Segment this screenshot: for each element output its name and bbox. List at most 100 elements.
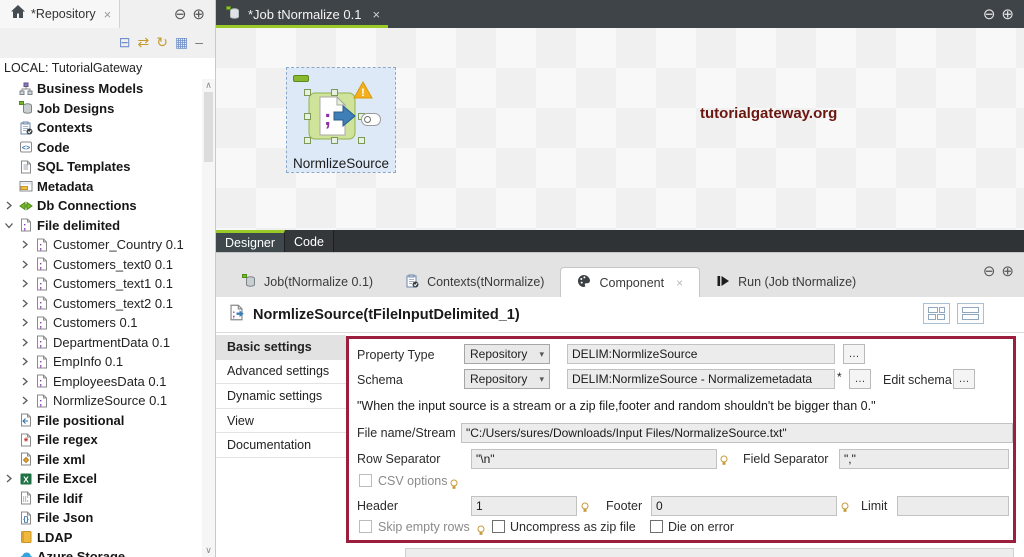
- tree-item-job-designs[interactable]: Job Designs: [0, 99, 202, 119]
- tab-job-tnormalize[interactable]: *Job tNormalize 0.1 ×: [216, 0, 392, 28]
- chevron-collapsed-icon[interactable]: [3, 201, 14, 210]
- close-icon[interactable]: ×: [676, 276, 683, 290]
- scroll-down-icon[interactable]: ∨: [205, 545, 212, 556]
- settings-nav-advanced-settings[interactable]: Advanced settings: [216, 360, 346, 385]
- view-tab-designer[interactable]: Designer: [216, 230, 286, 252]
- schema-type-select[interactable]: Repository ▾: [464, 369, 550, 389]
- chevron-collapsed-icon[interactable]: [19, 318, 30, 327]
- maximize-icon[interactable]: ⊕: [192, 7, 205, 22]
- close-icon[interactable]: ×: [372, 7, 380, 22]
- die-on-error-checkbox[interactable]: [650, 520, 663, 533]
- tree-item-file-regex[interactable]: * File regex: [0, 430, 202, 450]
- tree-item-contexts[interactable]: Contexts: [0, 118, 202, 138]
- limit-field[interactable]: [897, 496, 1009, 516]
- field-separator-field[interactable]: ",": [839, 449, 1009, 469]
- skip-empty-rows-checkbox[interactable]: [359, 520, 372, 533]
- component-selection[interactable]: ; ! NormlizeSource: [286, 67, 396, 173]
- tree-item-customers-0-1[interactable]: ; Customers 0.1: [0, 313, 202, 333]
- tree-item-departmentdata-0-1[interactable]: ; DepartmentData 0.1: [0, 333, 202, 353]
- row-separator-field[interactable]: "\n": [471, 449, 717, 469]
- selection-handle[interactable]: [331, 137, 338, 144]
- chevron-collapsed-icon[interactable]: [19, 357, 30, 366]
- schema-repository-field[interactable]: DELIM:NormlizeSource - Normalizemetadata: [567, 369, 835, 389]
- tab-job-tnormalize-0-1[interactable]: Job(tNormalize 0.1): [226, 267, 389, 297]
- csv-options-checkbox[interactable]: [359, 474, 372, 487]
- table-view-icon[interactable]: ▦: [175, 35, 188, 49]
- grid-layout-icon[interactable]: [923, 303, 950, 324]
- job-design-canvas[interactable]: tutorialgateway.org ; ! NormlizeSource: [216, 28, 1024, 230]
- chevron-collapsed-icon[interactable]: [19, 279, 30, 288]
- chevron-collapsed-icon[interactable]: [19, 240, 30, 249]
- chevron-collapsed-icon[interactable]: [3, 474, 14, 483]
- view-tab-code[interactable]: Code: [285, 230, 334, 252]
- property-browse-button[interactable]: …: [843, 344, 865, 364]
- tree-item-file-ldif[interactable]: File ldif: [0, 489, 202, 509]
- tab-run-job-tnormalize[interactable]: Run (Job tNormalize): [700, 267, 872, 297]
- tree-item-file-positional[interactable]: File positional: [0, 411, 202, 431]
- tree-item-label: File xml: [37, 451, 86, 467]
- selection-handle[interactable]: [304, 113, 311, 120]
- tree-item-label: Customers_text0 0.1: [53, 256, 173, 272]
- tab-repository[interactable]: *Repository ×: [0, 0, 121, 28]
- chevron-collapsed-icon[interactable]: [19, 377, 30, 386]
- property-type-select[interactable]: Repository ▾: [464, 344, 550, 364]
- tree-item-customers-text0-0-1[interactable]: ; Customers_text0 0.1: [0, 255, 202, 275]
- footer-field[interactable]: 0: [651, 496, 837, 516]
- tree-item-ldap[interactable]: LDAP: [0, 528, 202, 548]
- close-icon[interactable]: ×: [104, 7, 112, 22]
- tree-item-customer-country-0-1[interactable]: ; Customer_Country 0.1: [0, 235, 202, 255]
- chevron-collapsed-icon[interactable]: [19, 396, 30, 405]
- tree-item-db-connections[interactable]: Db Connections: [0, 196, 202, 216]
- sync-icon[interactable]: ⇄: [138, 35, 150, 49]
- chevron-collapsed-icon[interactable]: [19, 260, 30, 269]
- tree-item-customers-text2-0-1[interactable]: ; Customers_text2 0.1: [0, 294, 202, 314]
- tree-item-azure-storage[interactable]: awsAzure Storage: [0, 547, 202, 557]
- settings-nav-view[interactable]: View: [216, 409, 346, 434]
- minimize-icon[interactable]: ⊖: [983, 7, 996, 22]
- settings-nav-dynamic-settings[interactable]: Dynamic settings: [216, 384, 346, 409]
- tree-item-business-models[interactable]: Business Models: [0, 79, 202, 99]
- property-repository-field[interactable]: DELIM:NormlizeSource: [567, 344, 835, 364]
- view-menu-icon[interactable]: –: [195, 35, 203, 49]
- scroll-up-icon[interactable]: ∧: [205, 80, 212, 91]
- file-name-field[interactable]: "C:/Users/sures/Downloads/Input Files/No…: [461, 423, 1013, 443]
- tree-item-file-xml[interactable]: File xml: [0, 450, 202, 470]
- tree-item-empinfo-0-1[interactable]: ; EmpInfo 0.1: [0, 352, 202, 372]
- stacked-layout-icon[interactable]: [957, 303, 984, 324]
- tab-component[interactable]: Component ×: [560, 267, 701, 297]
- settings-nav-documentation[interactable]: Documentation: [216, 433, 346, 458]
- collapse-all-icon[interactable]: ⊟: [119, 35, 131, 49]
- uncompress-checkbox[interactable]: [492, 520, 505, 533]
- tab-contexts-tnormalize[interactable]: Contexts(tNormalize): [389, 267, 560, 297]
- refresh-icon[interactable]: ↻: [156, 35, 168, 49]
- output-connector[interactable]: [361, 113, 381, 126]
- file-regex-icon: *: [17, 433, 34, 447]
- chevron-collapsed-icon[interactable]: [19, 338, 30, 347]
- tree-item-customers-text1-0-1[interactable]: ; Customers_text1 0.1: [0, 274, 202, 294]
- header-field[interactable]: 1: [471, 496, 577, 516]
- schema-browse-button[interactable]: …: [849, 369, 871, 389]
- settings-nav-basic-settings[interactable]: Basic settings: [216, 335, 346, 360]
- maximize-icon[interactable]: ⊕: [1001, 264, 1014, 279]
- tree-scrollbar-thumb[interactable]: [204, 92, 213, 162]
- tree-item-sql-templates[interactable]: SQL Templates: [0, 157, 202, 177]
- component-label[interactable]: NormlizeSource: [287, 156, 395, 171]
- selection-handle[interactable]: [304, 137, 311, 144]
- edit-schema-button[interactable]: …: [953, 369, 975, 389]
- tree-item-metadata[interactable]: Metadata: [0, 177, 202, 197]
- chevron-collapsed-icon[interactable]: [19, 299, 30, 308]
- maximize-icon[interactable]: ⊕: [1001, 7, 1014, 22]
- selection-handle[interactable]: [331, 89, 338, 96]
- tree-item-file-excel[interactable]: X File Excel: [0, 469, 202, 489]
- tree-item-file-delimited[interactable]: ; File delimited: [0, 216, 202, 236]
- chevron-expanded-icon[interactable]: [3, 221, 14, 230]
- home-icon[interactable]: [10, 4, 26, 24]
- selection-handle[interactable]: [358, 137, 365, 144]
- minimize-icon[interactable]: ⊖: [174, 7, 187, 22]
- tree-item-file-json[interactable]: {} File Json: [0, 508, 202, 528]
- selection-handle[interactable]: [304, 89, 311, 96]
- minimize-icon[interactable]: ⊖: [983, 264, 996, 279]
- tree-item-normlizesource-0-1[interactable]: ; NormlizeSource 0.1: [0, 391, 202, 411]
- tree-item-employeesdata-0-1[interactable]: ; EmployeesData 0.1: [0, 372, 202, 392]
- tree-item-code[interactable]: <> Code: [0, 138, 202, 158]
